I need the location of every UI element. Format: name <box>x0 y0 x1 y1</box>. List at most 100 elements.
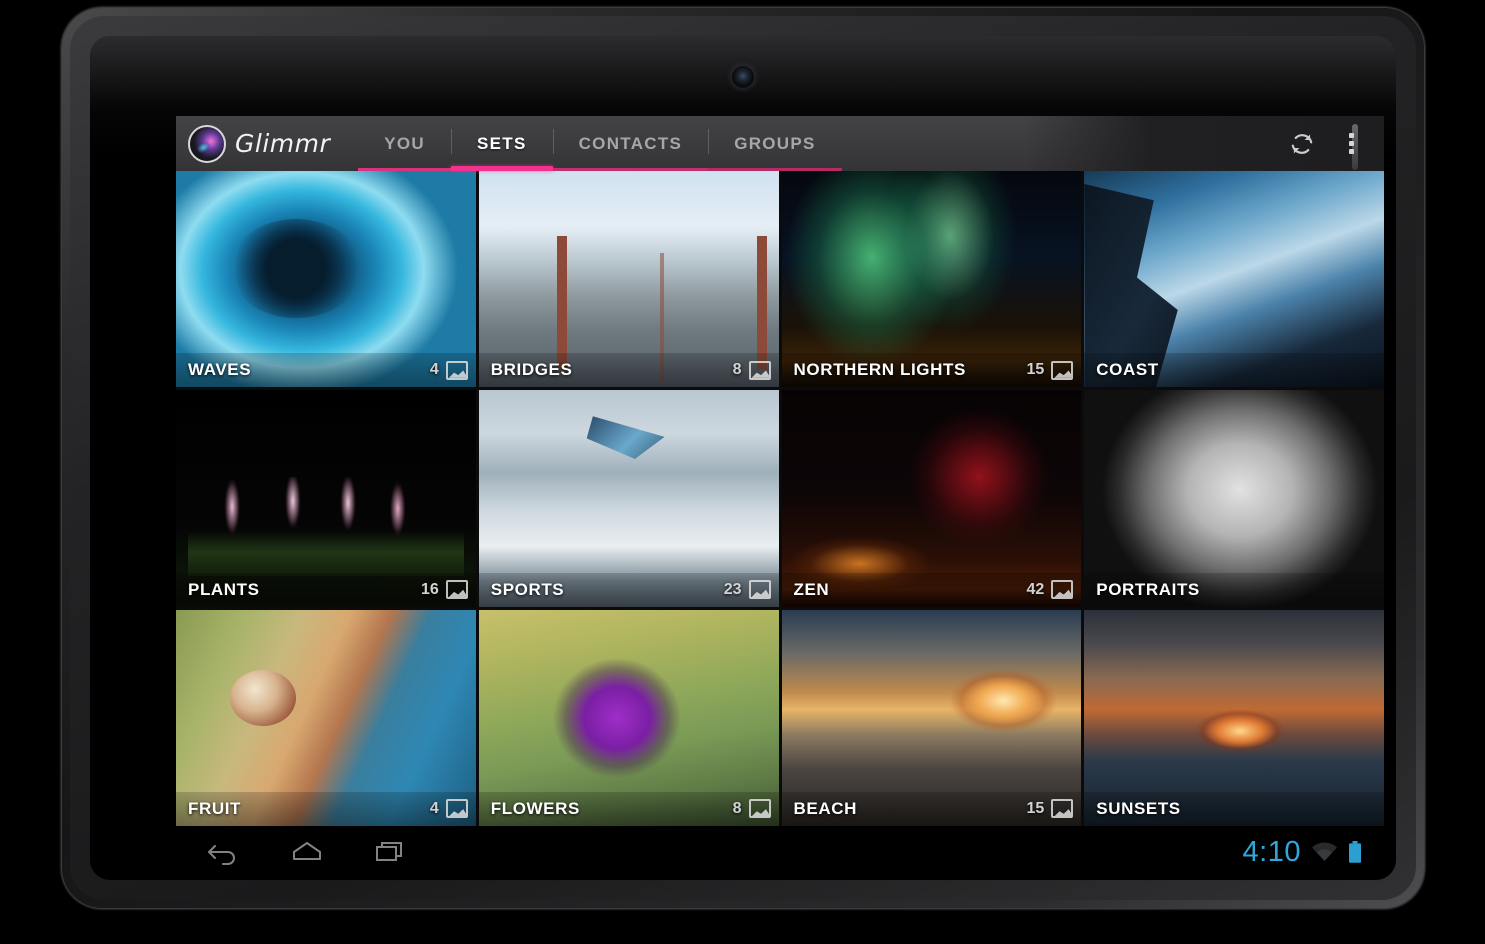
tab-underline-active <box>451 166 553 171</box>
dot <box>1349 149 1354 154</box>
photo-icon <box>748 360 771 380</box>
tablet-device: Glimmr YOU SETS CONTACTS GROUPS WAVES 4 … <box>62 8 1424 908</box>
photo-set-tile[interactable]: ZEN 42 <box>781 390 1082 607</box>
tab-groups[interactable]: GROUPS <box>708 116 842 171</box>
photo-icon <box>1051 799 1074 819</box>
status-icons: 4:10 <box>1243 836 1384 869</box>
set-label-bar: PORTRAITS <box>1084 572 1384 607</box>
tablet-inner-frame: Glimmr YOU SETS CONTACTS GROUPS WAVES 4 … <box>70 16 1416 900</box>
set-name: SUNSETS <box>1096 798 1181 818</box>
set-photo-count: 8 <box>732 361 742 379</box>
tablet-screen: Glimmr YOU SETS CONTACTS GROUPS WAVES 4 … <box>176 116 1384 878</box>
set-count-group: 15 <box>1026 799 1074 819</box>
set-label-bar: NORTHERN LIGHTS 15 <box>781 353 1082 388</box>
set-name: NORTHERN LIGHTS <box>793 360 966 380</box>
nav-recents-button[interactable] <box>374 837 408 867</box>
set-count-group: 8 <box>732 799 771 819</box>
set-count-group: 4 <box>429 360 468 380</box>
set-name: BEACH <box>793 798 857 818</box>
wifi-icon <box>1312 842 1337 861</box>
photo-set-tile[interactable]: COAST <box>1084 171 1384 388</box>
photo-set-tile[interactable]: PLANTS 16 <box>176 390 476 607</box>
photo-icon <box>748 799 771 819</box>
set-name: COAST <box>1096 360 1159 380</box>
tab-underline <box>708 168 842 171</box>
set-label-bar: SUNSETS <box>1084 791 1384 826</box>
photo-set-tile[interactable]: FLOWERS 8 <box>478 609 779 826</box>
tab-you-label: YOU <box>384 133 425 153</box>
status-clock: 4:10 <box>1242 835 1301 868</box>
set-photo-count: 16 <box>420 580 439 598</box>
set-count-group: 15 <box>1026 360 1074 380</box>
app-brand: Glimmr <box>176 124 331 163</box>
set-label-bar: SPORTS 23 <box>478 572 779 607</box>
action-bar-icons <box>1289 131 1384 157</box>
set-name: BRIDGES <box>490 360 573 380</box>
overflow-menu-icon[interactable] <box>1341 131 1362 156</box>
set-photo-count: 4 <box>429 799 439 817</box>
photo-icon <box>1051 360 1074 380</box>
photo-set-tile[interactable]: PORTRAITS <box>1084 390 1384 607</box>
photo-icon <box>445 580 468 600</box>
set-name: FLOWERS <box>490 798 580 818</box>
nav-keys <box>176 837 408 867</box>
system-navigation-bar: 4:10 <box>176 826 1384 878</box>
set-name: PORTRAITS <box>1096 579 1200 599</box>
set-photo-count: 15 <box>1026 361 1045 379</box>
set-label-bar: WAVES 4 <box>176 353 476 388</box>
set-photo-count: 4 <box>429 361 439 379</box>
photo-icon <box>748 580 771 600</box>
photo-set-tile[interactable]: BEACH 15 <box>781 609 1082 826</box>
photo-icon <box>445 360 468 380</box>
tab-groups-label: GROUPS <box>734 133 816 153</box>
set-label-bar: BEACH 15 <box>781 791 1082 826</box>
set-photo-count: 8 <box>732 799 742 817</box>
set-name: WAVES <box>188 360 252 380</box>
photo-icon <box>445 799 468 819</box>
photo-set-tile[interactable]: SUNSETS <box>1084 609 1384 826</box>
set-count-group: 8 <box>732 360 771 380</box>
set-name: FRUIT <box>188 798 242 818</box>
set-photo-count: 23 <box>723 580 742 598</box>
photo-set-tile[interactable]: WAVES 4 <box>176 171 476 388</box>
nav-home-button[interactable] <box>290 837 324 867</box>
set-photo-count: 42 <box>1026 580 1045 598</box>
set-count-group: 42 <box>1026 580 1074 600</box>
set-name: PLANTS <box>188 579 260 599</box>
tab-underline <box>358 168 451 171</box>
set-label-bar: FRUIT 4 <box>176 791 476 826</box>
tab-sets-label: SETS <box>477 133 527 153</box>
tab-sets[interactable]: SETS <box>451 116 553 171</box>
tab-underline <box>552 168 709 171</box>
refresh-icon[interactable] <box>1289 131 1315 157</box>
set-label-bar: BRIDGES 8 <box>478 353 779 388</box>
photo-icon <box>1051 580 1074 600</box>
set-label-bar: PLANTS 16 <box>176 572 476 607</box>
photo-set-tile[interactable]: NORTHERN LIGHTS 15 <box>781 171 1082 388</box>
set-label-bar: COAST <box>1084 353 1384 388</box>
set-label-bar: ZEN 42 <box>781 572 1082 607</box>
front-camera-icon <box>732 66 754 88</box>
tab-bar: YOU SETS CONTACTS GROUPS <box>358 116 842 171</box>
camera-lens-logo-icon <box>188 124 226 163</box>
action-bar: Glimmr YOU SETS CONTACTS GROUPS <box>176 116 1384 171</box>
nav-back-button[interactable] <box>206 837 240 867</box>
dot <box>1349 141 1354 146</box>
photo-sets-grid: WAVES 4 BRIDGES 8 NORTHERN LIGHTS 15 COAST PLAN… <box>176 171 1384 826</box>
set-count-group: 23 <box>723 580 771 600</box>
tablet-bezel: Glimmr YOU SETS CONTACTS GROUPS WAVES 4 … <box>90 36 1396 880</box>
tab-contacts-label: CONTACTS <box>578 133 683 153</box>
dot <box>1349 133 1354 138</box>
battery-full-icon <box>1349 841 1361 863</box>
set-label-bar: FLOWERS 8 <box>478 791 779 826</box>
tab-contacts[interactable]: CONTACTS <box>552 116 709 171</box>
photo-set-tile[interactable]: SPORTS 23 <box>478 390 779 607</box>
app-title: Glimmr <box>235 129 331 158</box>
set-count-group: 4 <box>429 799 468 819</box>
set-photo-count: 15 <box>1026 799 1045 817</box>
tab-you[interactable]: YOU <box>358 116 451 171</box>
photo-set-tile[interactable]: FRUIT 4 <box>176 609 476 826</box>
photo-set-tile[interactable]: BRIDGES 8 <box>478 171 779 388</box>
set-name: ZEN <box>793 579 830 599</box>
set-name: SPORTS <box>490 579 565 599</box>
